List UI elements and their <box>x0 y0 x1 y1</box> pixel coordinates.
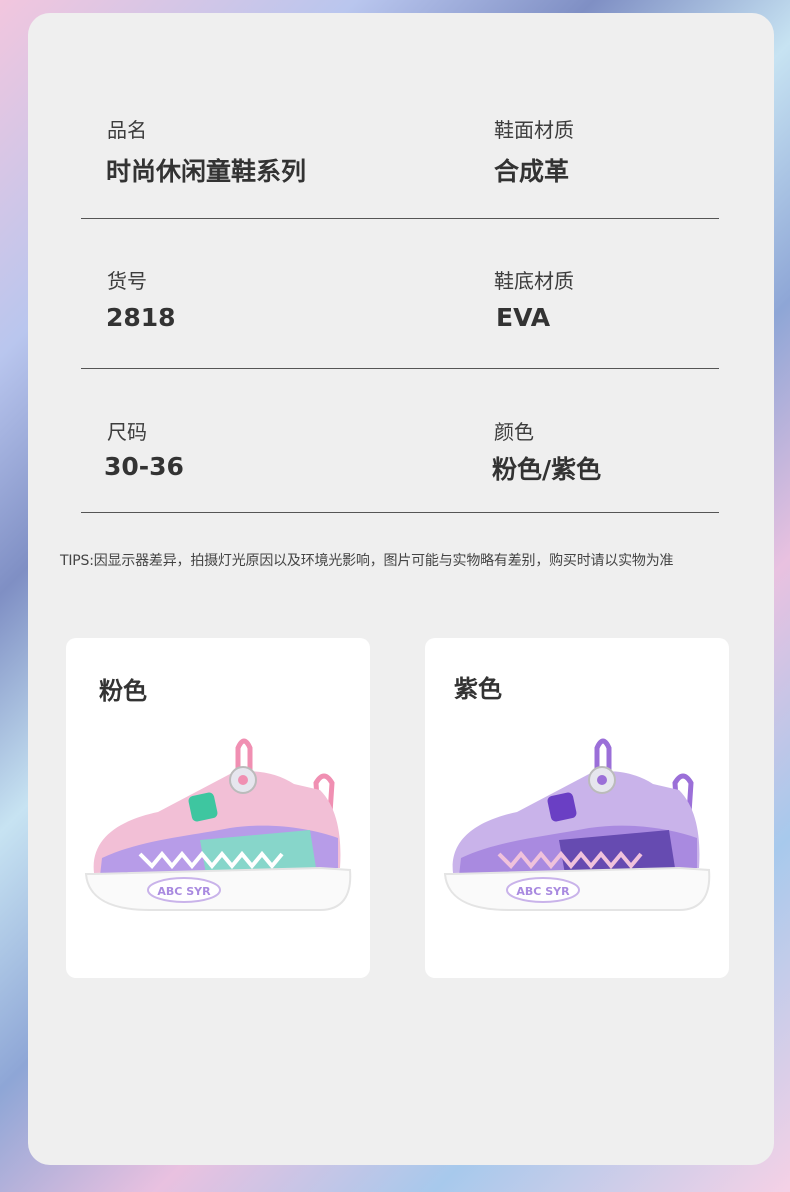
spec-value-product-name: 时尚休闲童鞋系列 <box>106 157 307 186</box>
product-name-pink: 粉色 <box>99 677 147 705</box>
shoe-image-purple: ABC SYR <box>443 738 711 911</box>
divider <box>81 368 719 369</box>
spec-label-size: 尺码 <box>107 420 147 444</box>
divider <box>81 512 719 513</box>
tips-text: TIPS:因显示器差异，拍摄灯光原因以及环境光影响，图片可能与实物略有差别，购买… <box>60 553 674 569</box>
spec-value-size: 30-36 <box>104 452 184 481</box>
shoe-image-pink: ABC SYR <box>84 738 352 911</box>
shoe-logo-pink: ABC SYR <box>157 885 211 898</box>
product-card-purple[interactable]: 紫色 ABC SYR <box>425 638 729 978</box>
spec-card: 品名 时尚休闲童鞋系列 鞋面材质 合成革 货号 2818 鞋底材质 EVA 尺码… <box>28 13 774 1165</box>
spec-label-upper-material: 鞋面材质 <box>494 118 574 142</box>
spec-label-product-name: 品名 <box>107 118 147 142</box>
divider <box>81 218 719 219</box>
spec-value-upper-material: 合成革 <box>494 157 570 186</box>
product-name-purple: 紫色 <box>454 675 502 703</box>
spec-value-color: 粉色/紫色 <box>492 455 602 484</box>
spec-label-color: 颜色 <box>494 420 534 444</box>
spec-value-item-number: 2818 <box>106 303 176 332</box>
spec-label-sole-material: 鞋底材质 <box>494 269 574 293</box>
shoe-logo-purple: ABC SYR <box>516 885 570 898</box>
spec-value-sole-material: EVA <box>496 303 551 332</box>
product-card-pink[interactable]: 粉色 ABC SYR <box>66 638 370 978</box>
spec-label-item-number: 货号 <box>107 269 147 293</box>
